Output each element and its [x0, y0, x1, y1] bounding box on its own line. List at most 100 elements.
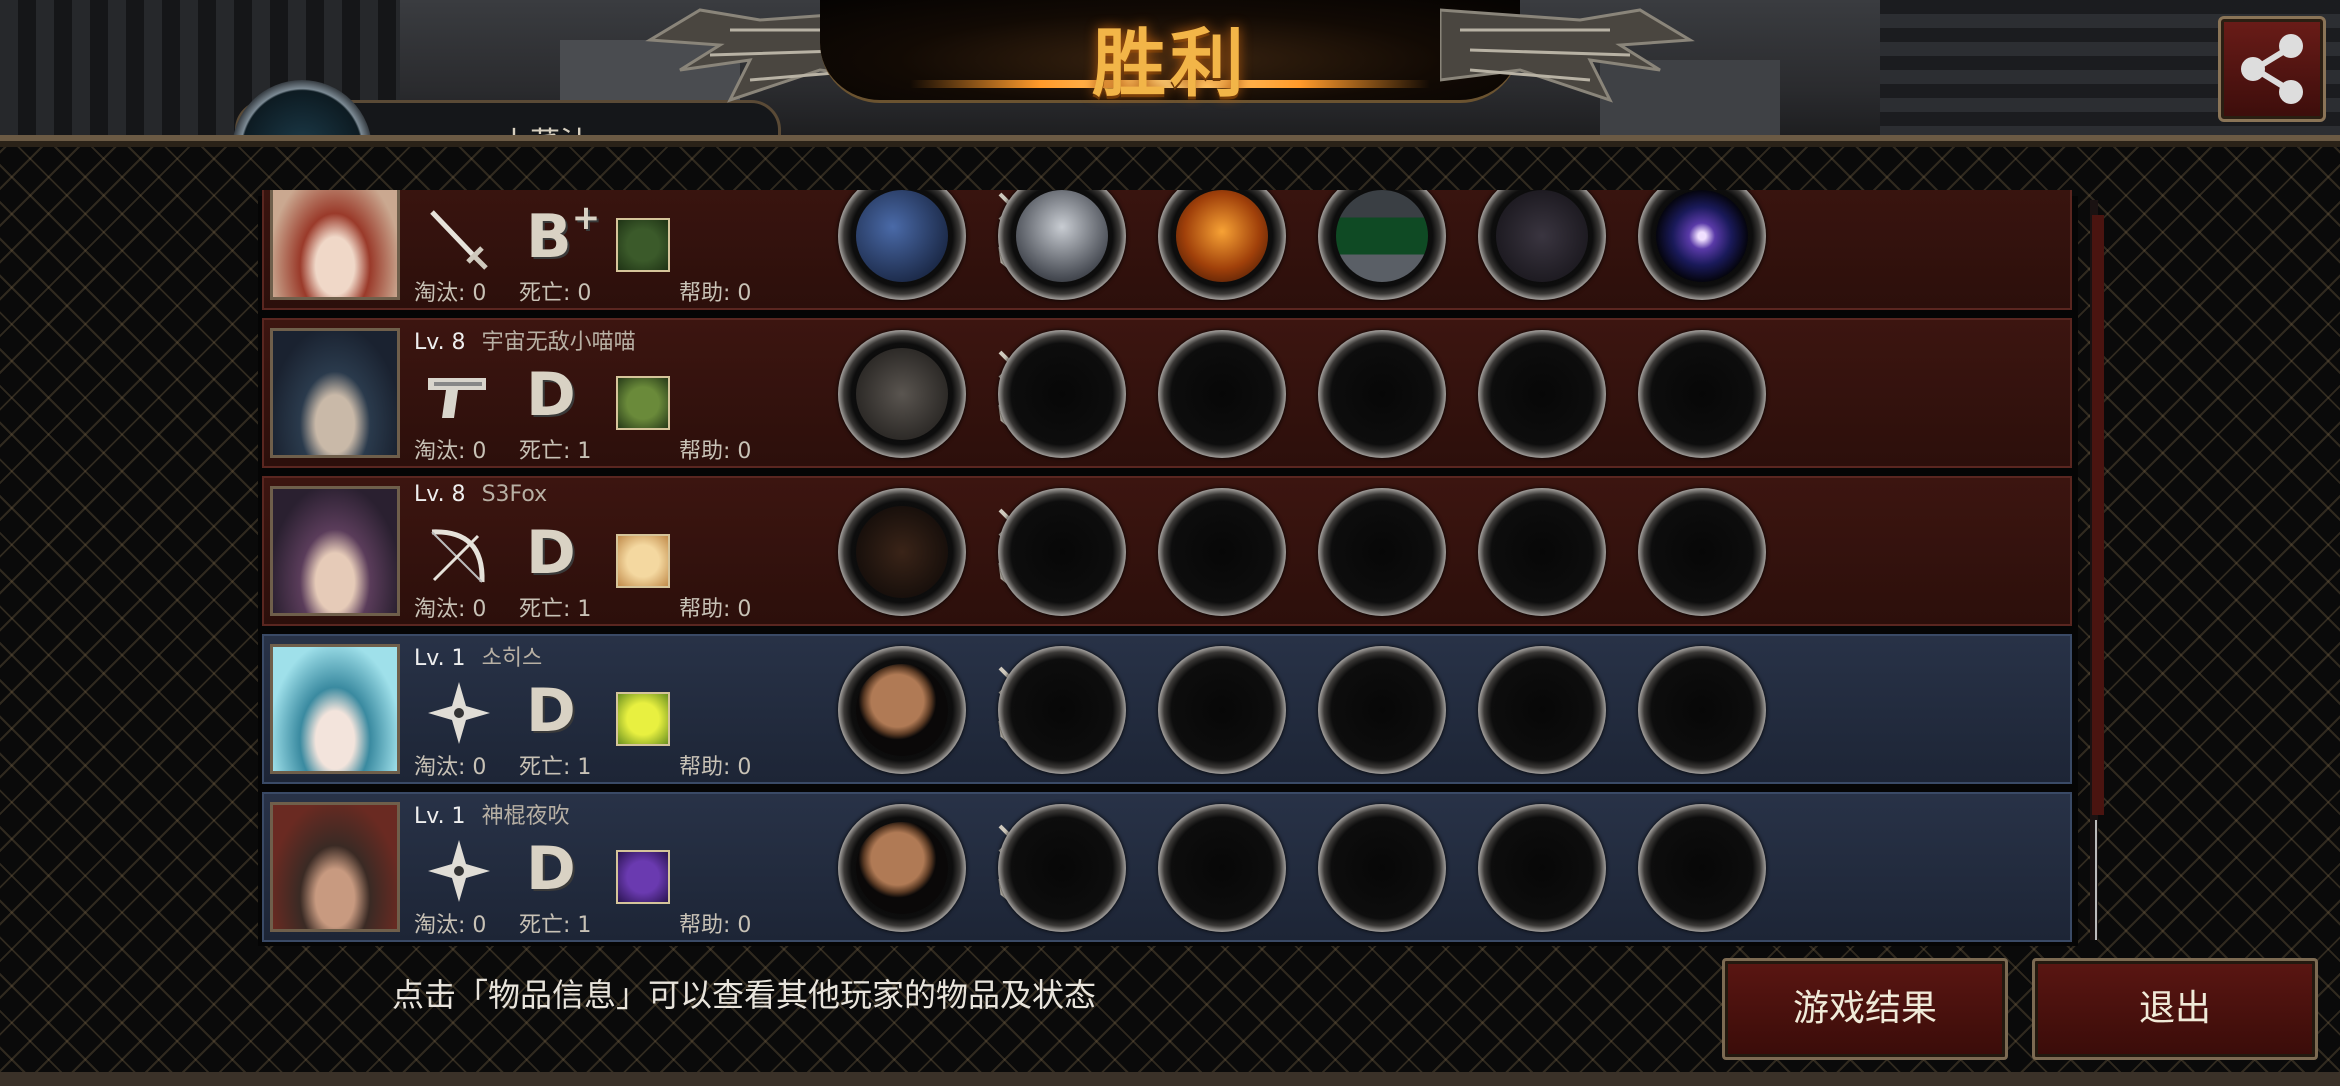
- pistol-item[interactable]: [838, 330, 966, 458]
- eliminations-label: 淘汰: 0: [414, 597, 487, 622]
- assists-label: 帮助: 0: [679, 913, 752, 938]
- empty-item-slot[interactable]: [998, 330, 1126, 458]
- assists-label: 帮助: 0: [679, 755, 752, 780]
- leather-ball-item[interactable]: [838, 804, 966, 932]
- player-level: Lv. 1 神棍夜吹: [414, 804, 570, 829]
- player-row[interactable]: Lv. 8S3Fox D 淘汰: 0 死亡: 1 帮助: 0 28 28: [262, 476, 2072, 626]
- fire-rock-icon: [1176, 190, 1268, 282]
- fire-rock-item[interactable]: [1158, 190, 1286, 300]
- twin-blades-icon: [856, 190, 948, 282]
- player-level: Lv. 8 宇宙无敌小喵喵: [414, 330, 636, 355]
- player-portrait[interactable]: [270, 190, 400, 300]
- bow-item[interactable]: [838, 488, 966, 616]
- empty-item-slot[interactable]: [1318, 804, 1446, 932]
- player-name: 神棍夜吹: [481, 804, 570, 829]
- player-row[interactable]: Lv. 1소히스 D 淘汰: 0 死亡: 1 帮助: 0 16 16: [262, 634, 2072, 784]
- skill-icon[interactable]: [616, 534, 670, 588]
- empty-item-slot[interactable]: [1318, 646, 1446, 774]
- empty-item-slot[interactable]: [1158, 488, 1286, 616]
- player-portrait[interactable]: [270, 328, 400, 458]
- pistol-icon: [856, 348, 948, 440]
- computer-device-icon: [1336, 190, 1428, 282]
- skill-icon[interactable]: [616, 218, 670, 272]
- empty-item-slot[interactable]: [1478, 646, 1606, 774]
- scrollbar-line: [2095, 820, 2097, 940]
- assists-label: 帮助: 0: [679, 281, 752, 306]
- metal-armor-icon: [1016, 190, 1108, 282]
- grade-badge: D: [526, 360, 576, 430]
- empty-item-slot[interactable]: [1638, 804, 1766, 932]
- empty-item-slot[interactable]: [1478, 330, 1606, 458]
- exit-button[interactable]: 退出: [2032, 958, 2318, 1060]
- scrollbar-thumb[interactable]: [2092, 215, 2104, 815]
- victory-title: 胜利: [1092, 21, 1248, 107]
- leather-ball-icon: [856, 664, 948, 756]
- footer-bar: [0, 1072, 2340, 1086]
- eliminations-label: 淘汰: 0: [414, 281, 487, 306]
- hint-text: 点击「物品信息」可以查看其他玩家的物品及状态: [392, 976, 1097, 1014]
- empty-item-slot[interactable]: [1638, 330, 1766, 458]
- shuriken-icon: [424, 836, 494, 906]
- deaths-label: 死亡: 1: [519, 439, 592, 464]
- empty-item-slot[interactable]: [1158, 804, 1286, 932]
- sword-icon: [424, 204, 494, 274]
- game-result-button[interactable]: 游戏结果: [1722, 958, 2008, 1060]
- grade-badge: B+: [526, 198, 601, 272]
- player-portrait[interactable]: [270, 486, 400, 616]
- deaths-label: 死亡: 1: [519, 913, 592, 938]
- empty-item-slot[interactable]: [1158, 646, 1286, 774]
- empty-item-slot[interactable]: [998, 646, 1126, 774]
- metal-armor-item[interactable]: [998, 190, 1126, 300]
- leather-ball-item[interactable]: [838, 646, 966, 774]
- twin-blades-item[interactable]: [838, 190, 966, 300]
- skill-icon[interactable]: [616, 850, 670, 904]
- skill-icon[interactable]: [616, 692, 670, 746]
- eliminations-label: 淘汰: 0: [414, 439, 487, 464]
- galaxy-orb-icon: [1656, 190, 1748, 282]
- computer-device-item[interactable]: [1318, 190, 1446, 300]
- dark-glove-icon: [1496, 190, 1588, 282]
- empty-item-slot[interactable]: [1638, 646, 1766, 774]
- bow-icon: [424, 520, 494, 590]
- shuriken-icon: [424, 678, 494, 748]
- leather-ball-icon: [856, 822, 948, 914]
- empty-item-slot[interactable]: [1318, 488, 1446, 616]
- player-name: 宇宙无敌小喵喵: [481, 330, 636, 355]
- player-list[interactable]: B+ 淘汰: 0 死亡: 0 帮助: 0 134 270 Lv. 8宇宙无敌小喵…: [262, 190, 2074, 944]
- victory-banner: 胜利: [640, 0, 1700, 135]
- empty-item-slot[interactable]: [1478, 488, 1606, 616]
- player-row[interactable]: B+ 淘汰: 0 死亡: 0 帮助: 0 134 270: [262, 190, 2072, 310]
- assists-label: 帮助: 0: [679, 439, 752, 464]
- player-row[interactable]: Lv. 1神棍夜吹 D 淘汰: 0 死亡: 1 帮助: 0 17 14: [262, 792, 2072, 942]
- dark-glove-item[interactable]: [1478, 190, 1606, 300]
- grade-badge: D: [526, 676, 576, 746]
- empty-item-slot[interactable]: [1318, 330, 1446, 458]
- grade-badge: D: [526, 834, 576, 904]
- empty-item-slot[interactable]: [1158, 330, 1286, 458]
- pistol-icon: [424, 362, 494, 432]
- player-name: S3Fox: [481, 482, 548, 507]
- player-name: 소히스: [481, 646, 543, 671]
- player-level: Lv. 1 소히스: [414, 646, 543, 671]
- bow-icon: [856, 506, 948, 598]
- player-level: [414, 190, 430, 191]
- share-icon: [2241, 34, 2303, 104]
- player-portrait[interactable]: [270, 802, 400, 932]
- skill-icon[interactable]: [616, 376, 670, 430]
- assists-label: 帮助: 0: [679, 597, 752, 622]
- deaths-label: 死亡: 0: [519, 281, 592, 306]
- galaxy-orb-item[interactable]: [1638, 190, 1766, 300]
- share-button[interactable]: [2218, 16, 2326, 122]
- eliminations-label: 淘汰: 0: [414, 755, 487, 780]
- player-portrait[interactable]: [270, 644, 400, 774]
- empty-item-slot[interactable]: [998, 488, 1126, 616]
- empty-item-slot[interactable]: [998, 804, 1126, 932]
- empty-item-slot[interactable]: [1638, 488, 1766, 616]
- player-level: Lv. 8 S3Fox: [414, 482, 548, 507]
- deaths-label: 死亡: 1: [519, 597, 592, 622]
- player-row[interactable]: Lv. 8宇宙无敌小喵喵 D 淘汰: 0 死亡: 1 帮助: 0 30 29: [262, 318, 2072, 468]
- deaths-label: 死亡: 1: [519, 755, 592, 780]
- empty-item-slot[interactable]: [1478, 804, 1606, 932]
- grade-badge: D: [526, 518, 576, 588]
- eliminations-label: 淘汰: 0: [414, 913, 487, 938]
